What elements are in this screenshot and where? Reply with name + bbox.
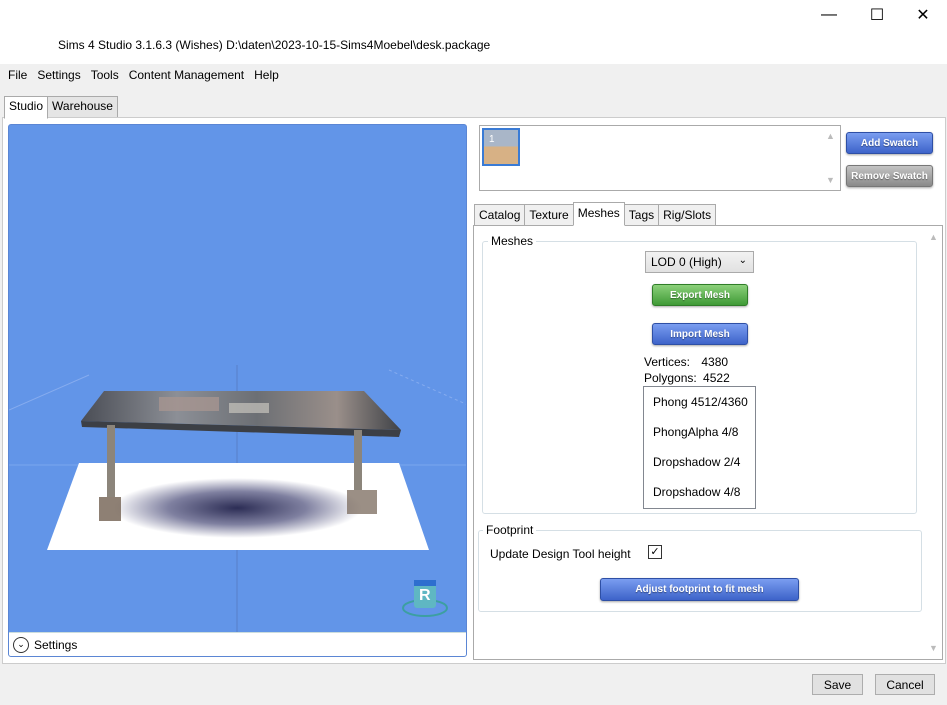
adjust-footprint-button[interactable]: Adjust footprint to fit mesh xyxy=(600,578,799,601)
close-button[interactable]: ✕ xyxy=(900,0,946,30)
list-item[interactable]: Phong 4512/4360 xyxy=(644,387,755,417)
mesh-group-list[interactable]: Phong 4512/4360 PhongAlpha 4/8 Dropshado… xyxy=(643,386,756,509)
minimize-icon: — xyxy=(821,6,837,23)
polygons-value: 4522 xyxy=(703,371,730,385)
footprint-group-label: Footprint xyxy=(483,523,537,537)
polygons-stat: Polygons: 4522 xyxy=(644,371,730,385)
tab-rig-slots[interactable]: Rig/Slots xyxy=(658,204,717,226)
menu-file[interactable]: File xyxy=(8,66,27,84)
menu-bar: File Settings Tools Content Management H… xyxy=(0,64,947,86)
export-mesh-button[interactable]: Export Mesh xyxy=(652,284,748,306)
viewport-settings-label: Settings xyxy=(34,637,78,652)
list-item[interactable]: Dropshadow 2/4 xyxy=(644,447,755,477)
swatch-list[interactable]: 1 ▲ ▼ xyxy=(479,125,841,191)
panel-scrollbar[interactable]: ▲ ▼ xyxy=(925,226,942,659)
tab-warehouse[interactable]: Warehouse xyxy=(47,96,118,118)
axis-badge-icon: R xyxy=(419,587,431,604)
scroll-up-icon[interactable]: ▲ xyxy=(929,232,938,242)
polygons-label: Polygons: xyxy=(644,371,697,385)
list-item[interactable]: PhongAlpha 4/8 xyxy=(644,417,755,447)
scroll-up-icon[interactable]: ▲ xyxy=(826,131,835,141)
maximize-button[interactable]: ☐ xyxy=(854,0,900,30)
tab-texture[interactable]: Texture xyxy=(524,204,574,226)
close-icon: ✕ xyxy=(916,7,930,24)
chevron-down-icon[interactable]: ⌄ xyxy=(13,636,29,653)
viewport-settings-bar[interactable]: ⌄ Settings xyxy=(9,632,466,656)
desk-preview-render xyxy=(9,365,466,633)
3d-viewport[interactable]: R ⌄ Settings xyxy=(8,124,467,657)
tab-tags[interactable]: Tags xyxy=(623,204,660,226)
remove-swatch-button[interactable]: Remove Swatch xyxy=(846,165,933,187)
vertices-label: Vertices: xyxy=(644,355,691,369)
minimize-button[interactable]: — xyxy=(806,0,852,30)
scroll-down-icon[interactable]: ▼ xyxy=(826,175,835,185)
list-item[interactable]: Dropshadow 4/8 xyxy=(644,477,755,507)
chevron-down-icon: ⌄ xyxy=(738,255,747,266)
menu-help[interactable]: Help xyxy=(254,66,279,84)
tab-meshes[interactable]: Meshes xyxy=(572,202,625,226)
meshes-group-label: Meshes xyxy=(488,234,537,248)
cancel-button[interactable]: Cancel xyxy=(875,674,935,695)
swatch-scrollbar[interactable]: ▲ ▼ xyxy=(823,126,840,190)
vertices-value: 4380 xyxy=(701,355,729,369)
update-design-tool-checkbox[interactable]: ✓ xyxy=(648,545,662,559)
lod-select[interactable]: LOD 0 (High) ⌄ xyxy=(645,251,754,273)
tab-studio[interactable]: Studio xyxy=(4,96,49,119)
menu-tools[interactable]: Tools xyxy=(91,66,119,84)
scroll-down-icon[interactable]: ▼ xyxy=(929,643,938,653)
checkmark-icon: ✓ xyxy=(650,545,660,558)
panel-tabs: Catalog Texture Meshes Tags Rig/Slots xyxy=(474,202,717,226)
swatch-number: 1 xyxy=(489,134,495,145)
maximize-icon: ☐ xyxy=(869,7,885,24)
save-button[interactable]: Save xyxy=(812,674,863,695)
tab-catalog[interactable]: Catalog xyxy=(474,204,526,226)
import-mesh-button[interactable]: Import Mesh xyxy=(652,323,748,345)
vertices-stat: Vertices: 4380 xyxy=(644,355,728,369)
swatch-thumbnail[interactable]: 1 xyxy=(482,128,520,166)
lod-select-value: LOD 0 (High) xyxy=(651,255,722,269)
window-title: Sims 4 Studio 3.1.6.3 (Wishes) D:\daten\… xyxy=(58,38,491,52)
menu-settings[interactable]: Settings xyxy=(37,66,80,84)
add-swatch-button[interactable]: Add Swatch xyxy=(846,132,933,154)
title-bar: Sims 4 Studio 3.1.6.3 (Wishes) D:\daten\… xyxy=(0,0,947,64)
main-tabs: Studio Warehouse xyxy=(4,96,118,119)
update-design-tool-label: Update Design Tool height xyxy=(490,547,631,561)
menu-content-management[interactable]: Content Management xyxy=(129,66,244,84)
